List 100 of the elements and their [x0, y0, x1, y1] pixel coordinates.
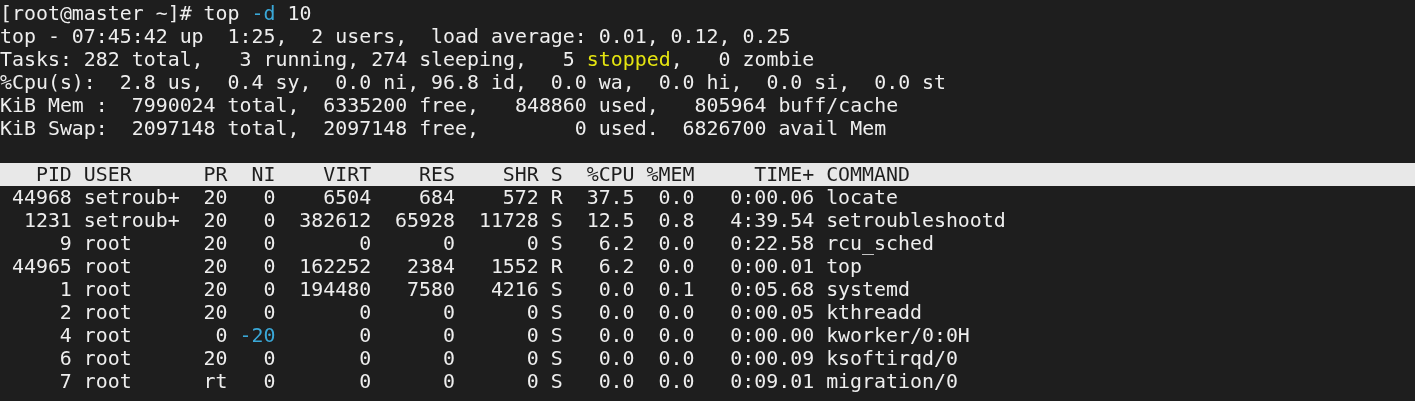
table-cell-text: root: [83, 347, 133, 370]
table-cell-text: 0:09.01: [729, 370, 815, 393]
table-cell-text: 0: [262, 278, 276, 301]
table-cell-text: 0:22.58: [729, 232, 815, 255]
terminal-text: KiB Mem : 7990024 total, 6335200 free, 848860 used, 805964 buff/cache: [0, 94, 899, 117]
table-cell-text: 194480: [298, 278, 372, 301]
table-cell-text: root: [83, 301, 133, 324]
table-cell-text: 0.0: [657, 232, 695, 255]
table-cell-text: 0: [525, 324, 539, 347]
table-cell-text: 0:00.00: [729, 324, 815, 347]
table-cell-text: 0: [262, 370, 276, 393]
terminal-text: , 0 zombie: [670, 48, 815, 71]
table-cell-text: 0.1: [657, 278, 695, 301]
column-header: S: [550, 163, 563, 186]
table-cell: kworker/0:0H: [826, 324, 970, 347]
table-cell-text: 0: [525, 232, 539, 255]
table-cell-text: 11728: [477, 209, 539, 232]
table-cell-text: 7580: [406, 278, 455, 301]
table-cell-text: 6.2: [597, 232, 635, 255]
table-cell-text: root: [83, 232, 133, 255]
terminal-text: Tasks: 282 total, 3 running, 274 sleeping, 5: [0, 48, 576, 71]
table-cell-text: rt: [202, 370, 228, 393]
table-cell: S: [550, 301, 563, 324]
table-cell-text: 0: [525, 347, 539, 370]
table-cell-text: 0: [358, 324, 372, 347]
table-cell-text: 20: [202, 232, 228, 255]
table-cell-text: 0: [214, 324, 228, 347]
table-cell-text: 0: [262, 186, 276, 209]
table-cell-text: 0: [442, 232, 455, 255]
table-cell-text: root: [83, 324, 133, 347]
table-cell-text: 0: [262, 347, 276, 370]
table-cell-text: 0: [262, 255, 276, 278]
table-cell: kthreadd: [826, 301, 922, 324]
table-cell-text: 2384: [406, 255, 455, 278]
terminal-text: 10: [286, 2, 312, 25]
column-header: PR: [202, 163, 228, 186]
table-cell: R: [550, 255, 563, 278]
table-cell-text: 0.0: [657, 301, 695, 324]
column-header: USER: [83, 163, 133, 186]
column-header: NI: [250, 163, 276, 186]
table-cell-text: 7: [58, 370, 72, 393]
table-cell: S: [550, 347, 563, 370]
table-cell: top: [826, 255, 863, 278]
table-cell-text: 0.0: [597, 301, 635, 324]
table-cell-text: root: [83, 255, 133, 278]
column-header: PID: [34, 163, 72, 186]
column-header: %CPU: [585, 163, 635, 186]
column-header: RES: [418, 163, 455, 186]
table-cell-text: 1231: [22, 209, 72, 232]
table-cell-text: 0:00.05: [729, 301, 815, 324]
table-cell: -20: [239, 324, 276, 347]
table-cell-text: 0.0: [597, 324, 635, 347]
table-cell-text: 0.0: [597, 347, 635, 370]
table-cell-text: 20: [202, 278, 228, 301]
table-cell-text: 0.0: [657, 186, 695, 209]
table-cell-text: 9: [58, 232, 72, 255]
table-cell-text: 65928: [394, 209, 455, 232]
table-cell: R: [550, 186, 563, 209]
table-cell-text: 4216: [489, 278, 539, 301]
table-cell-text: 0: [262, 209, 276, 232]
table-cell-text: 684: [418, 186, 455, 209]
table-cell-text: 0.0: [597, 278, 635, 301]
table-cell-text: 572: [501, 186, 539, 209]
table-cell-text: 6: [58, 347, 72, 370]
table-cell-text: root: [83, 278, 133, 301]
terminal-text: %Cpu(s): 2.8 us, 0.4 sy, 0.0 ni, 96.8 id, 0.0 wa, 0.0 hi, 0.0 si, 0.0 st: [0, 71, 947, 94]
table-cell-text: 0: [525, 370, 539, 393]
table-cell: S: [550, 370, 563, 393]
table-cell: S: [550, 324, 563, 347]
table-cell-text: 20: [202, 209, 228, 232]
column-header: VIRT: [322, 163, 372, 186]
table-cell-text: 1: [58, 278, 72, 301]
table-cell-text: 0.0: [657, 255, 695, 278]
terminal-text: stopped: [586, 48, 671, 71]
table-cell-text: 0.0: [657, 324, 695, 347]
table-cell-text: root: [83, 370, 133, 393]
table-cell-text: 0.0: [657, 347, 695, 370]
table-cell-text: 0.8: [657, 209, 695, 232]
table-cell-text: 0: [358, 347, 372, 370]
terminal-text: -d: [251, 2, 276, 25]
table-cell-text: 0: [442, 347, 455, 370]
table-cell: S: [550, 232, 563, 255]
terminal-text: top - 07:45:42 up 1:25, 2 users, load average: 0.01, 0.12, 0.25: [0, 25, 791, 48]
table-cell: setroub+: [83, 209, 180, 232]
terminal-text: KiB Swap: 2097148 total, 2097148 free, 0 used. 6826700 avail Mem: [0, 117, 887, 140]
table-cell-text: 6.2: [597, 255, 635, 278]
table-cell-text: 20: [202, 255, 228, 278]
table-cell-text: 0: [442, 324, 455, 347]
table-cell-text: 382612: [298, 209, 372, 232]
table-cell-text: 12.5: [585, 209, 635, 232]
table-cell-text: 0.0: [657, 370, 695, 393]
table-cell-text: 0: [525, 301, 539, 324]
table-cell-text: 0: [262, 232, 276, 255]
table-cell: S: [550, 209, 563, 232]
table-cell: systemd: [826, 278, 910, 301]
terminal-text: [root@master ~]# top: [0, 2, 241, 25]
table-cell-text: 0: [442, 301, 455, 324]
table-cell-text: 0:00.09: [729, 347, 815, 370]
table-cell-text: 0: [358, 232, 372, 255]
table-cell: setroubleshootd: [826, 209, 1006, 232]
